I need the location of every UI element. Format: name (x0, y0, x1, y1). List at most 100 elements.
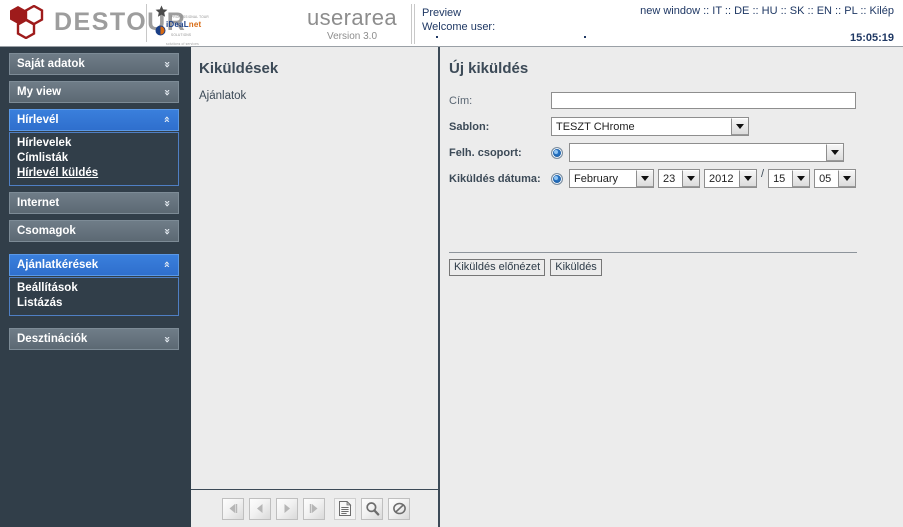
sidebar-group-my-view[interactable]: My view » (9, 81, 179, 103)
sidebar-item-listazas[interactable]: Listázás (17, 296, 178, 311)
nav-lang-hu[interactable]: HU (762, 5, 778, 17)
send-dispatch-button[interactable]: Kiküldés (550, 259, 602, 276)
previous-page-icon (257, 504, 263, 513)
chevron-down-icon (826, 144, 843, 161)
nav-lang-pl[interactable]: PL (844, 5, 857, 17)
felh-csoport-radio[interactable] (551, 146, 563, 159)
chevron-down-icon (636, 170, 653, 187)
chevron-down-icon (731, 118, 748, 135)
cim-input[interactable] (551, 92, 856, 109)
nav-sep: :: (860, 5, 867, 17)
sidebar-group-label: My view (17, 86, 62, 98)
last-page-icon (309, 504, 318, 513)
sidebar-group-label: Saját adatok (17, 58, 85, 70)
date-time-separator: / (761, 168, 765, 180)
first-page-button[interactable] (222, 497, 244, 520)
next-page-button[interactable] (276, 497, 298, 520)
sidebar-group-ajanlatkeresek[interactable]: Ajánlatkérések » (9, 254, 179, 276)
minute-select[interactable]: 05 (814, 169, 857, 188)
sablon-select[interactable]: TESZT CHrome (551, 117, 749, 136)
preview-label: Preview (422, 7, 462, 19)
nav-logout[interactable]: Kilép (870, 5, 894, 17)
year-value: 2012 (709, 172, 734, 185)
datum-radio[interactable] (551, 172, 563, 185)
sidebar: Saját adatok » My view » Hírlevél » Hírl… (0, 47, 188, 527)
page-title: Kiküldések (199, 60, 279, 77)
month-select[interactable]: February (569, 169, 654, 188)
previous-page-button[interactable] (249, 497, 271, 520)
sidebar-item-beallitasok[interactable]: Beállítások (17, 281, 178, 296)
form-title: Új kiküldés (449, 60, 529, 77)
destour-hexagon-icon (8, 4, 48, 40)
nav-lang-sk[interactable]: SK (790, 5, 805, 17)
day-select[interactable]: 23 (658, 169, 700, 188)
nav-sep: :: (724, 5, 732, 17)
sidebar-group-csomagok[interactable]: Csomagok » (9, 220, 179, 242)
first-page-icon (229, 504, 238, 513)
chevron-up-icon: » (159, 261, 173, 269)
sablon-label: Sablon: (449, 120, 490, 133)
form-row-datum: Kiküldés dátuma: February 23 2012 / 15 0… (449, 168, 869, 189)
chevron-up-icon: » (159, 116, 173, 124)
nav-sep: :: (703, 5, 710, 17)
chevron-down-icon (739, 170, 756, 187)
day-value: 23 (663, 172, 676, 185)
sidebar-group-label: Internet (17, 197, 60, 209)
clock: 15:05:19 (849, 32, 894, 44)
felh-csoport-label: Felh. csoport: (449, 146, 522, 159)
preview-dispatch-button[interactable]: Kiküldés előnézet (449, 259, 546, 276)
sidebar-group-label: Ajánlatkérések (17, 259, 99, 271)
month-value: February (574, 172, 619, 185)
app-version: Version 3.0 (326, 31, 378, 42)
welcome-label: Welcome user: (422, 21, 496, 33)
form-actions: Kiküldés előnézet Kiküldés (449, 259, 607, 276)
sidebar-group-desztinaciok[interactable]: Desztinációk » (9, 328, 179, 350)
chevron-down-icon: » (160, 88, 174, 96)
sidebar-group-hirlevel[interactable]: Hírlevél » (9, 109, 179, 131)
nav-new-window[interactable]: new window (640, 5, 700, 17)
middle-panel: Kiküldések Ajánlatok (188, 47, 438, 527)
nav-lang-it[interactable]: IT (712, 5, 722, 17)
sidebar-item-hirlevelek[interactable]: Hírlevelek (17, 136, 178, 151)
new-document-button[interactable] (334, 497, 356, 520)
header-divider-3 (414, 4, 415, 44)
sidebar-group-label: Csomagok (17, 225, 76, 237)
year-select[interactable]: 2012 (704, 169, 757, 188)
chevron-down-icon: » (160, 199, 174, 207)
sidebar-item-cimlistak[interactable]: Címlisták (17, 151, 178, 166)
felh-csoport-value (570, 144, 826, 161)
nav-lang-de[interactable]: DE (734, 5, 749, 17)
sidebar-group-label: Hírlevél (17, 114, 59, 126)
sablon-value: TESZT CHrome (556, 120, 635, 133)
application-window: DESTOUR CHROME PROFESSIONAL TOUR SOLUTIO… (0, 0, 903, 527)
new-dispatch-form: Cím: Sablon: TESZT CHrome Felh. csoport: (449, 90, 869, 194)
idealnet-circle-icon (155, 23, 166, 41)
sidebar-submenu-hirlevel: Hírlevelek Címlisták Hírlevél küldés (9, 132, 179, 186)
nav-lang-en[interactable]: EN (817, 5, 832, 17)
felh-csoport-select[interactable] (569, 143, 844, 162)
sidebar-group-sajat-adatok[interactable]: Saját adatok » (9, 53, 179, 75)
sidebar-item-hirlevel-kuldes[interactable]: Hírlevél küldés (17, 166, 178, 181)
link-ajanlatok[interactable]: Ajánlatok (199, 90, 246, 102)
cim-label: Cím: (449, 94, 473, 107)
sidebar-submenu-ajanlatkeresek: Beállítások Listázás (9, 277, 179, 316)
datum-label: Kiküldés dátuma: (449, 172, 541, 185)
chevron-down-icon: » (160, 60, 174, 68)
refresh-button[interactable] (388, 497, 410, 520)
nav-sep: :: (780, 5, 787, 17)
last-page-button[interactable] (303, 497, 325, 520)
hour-select[interactable]: 15 (768, 169, 811, 188)
nav-sep: :: (807, 5, 814, 17)
header-nav: new window :: IT :: DE :: HU :: SK :: EN… (640, 5, 894, 17)
idealnet-badge-sub: solutions of services (166, 42, 199, 46)
header-bar: DESTOUR CHROME PROFESSIONAL TOUR SOLUTIO… (0, 0, 903, 47)
form-row-cim: Cím: (449, 90, 869, 111)
header-divider-2 (411, 4, 412, 44)
chevron-down-icon (838, 170, 856, 187)
idealnet-badge-title: iDeaLnet (166, 20, 202, 29)
app-title-block: userarea Version 3.0 (292, 6, 412, 43)
document-icon (339, 501, 352, 516)
sidebar-group-internet[interactable]: Internet » (9, 192, 179, 214)
search-icon (365, 502, 379, 516)
search-button[interactable] (361, 497, 383, 520)
